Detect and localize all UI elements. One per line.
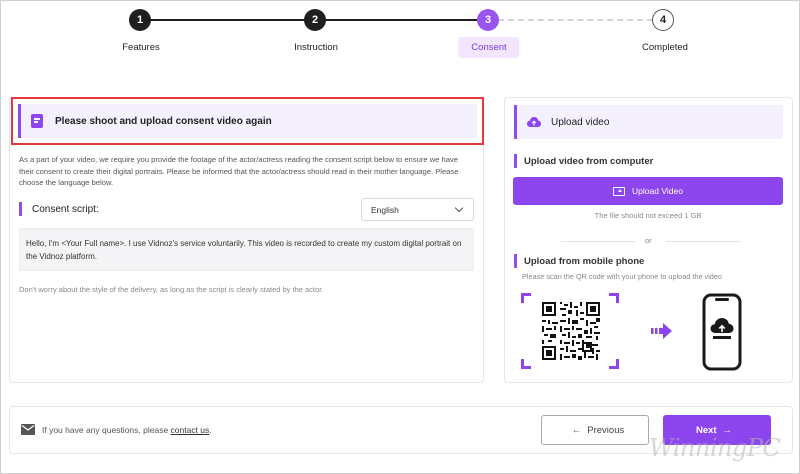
frame-corner <box>521 293 531 303</box>
mail-icon <box>21 424 35 435</box>
consent-script-box: Hello, I'm <Your Full name>. I use Vidno… <box>19 228 474 271</box>
previous-button[interactable]: ← Previous <box>541 415 649 445</box>
file-size-hint: The file should not exceed 1 GB <box>594 211 702 220</box>
frame-corner <box>609 293 619 303</box>
arrow-right-icon <box>651 323 672 339</box>
step-4-label: Completed <box>642 42 688 53</box>
qr-code-frame <box>521 293 619 369</box>
upload-mobile-title: Upload from mobile phone <box>514 254 644 268</box>
step-3-label: Consent <box>458 37 520 58</box>
help-text: If you have any questions, please contac… <box>42 425 212 435</box>
step-4-circle: 4 <box>652 9 674 31</box>
divider-line <box>666 241 741 242</box>
qr-code-icon <box>542 302 600 360</box>
previous-label: Previous <box>587 424 625 436</box>
phone-icon <box>702 293 742 371</box>
upload-video-button[interactable]: Upload Video <box>513 177 783 205</box>
help-prefix: If you have any questions, please <box>42 425 171 435</box>
consent-script-heading: Consent script: <box>19 202 99 216</box>
upload-computer-title: Upload video from computer <box>514 154 653 168</box>
upload-header-title: Upload video <box>551 116 610 128</box>
help-suffix: . <box>209 425 212 435</box>
step-connector <box>140 19 315 21</box>
delivery-note: Don't worry about the style of the deliv… <box>19 285 324 294</box>
consent-intro: As a part of your video, we require you … <box>19 155 459 187</box>
or-divider: or <box>561 235 741 247</box>
watermark: WinningPC <box>649 434 781 462</box>
qr-hint: Please scan the QR code with your phone … <box>522 272 722 281</box>
alert-banner: Please shoot and upload consent video ag… <box>18 104 477 138</box>
language-value: English <box>371 204 399 215</box>
frame-corner <box>609 359 619 369</box>
step-1-label: Features <box>122 42 160 53</box>
step-connector <box>315 19 488 21</box>
language-select[interactable]: English <box>361 198 474 221</box>
step-3-circle: 3 <box>477 9 499 31</box>
frame-corner <box>521 359 531 369</box>
upload-video-label: Upload Video <box>632 186 683 196</box>
document-icon <box>31 114 43 128</box>
progress-stepper: 1 2 3 4 Features Instruction Consent Com… <box>1 1 800 66</box>
arrow-left-icon: ← <box>571 424 582 436</box>
divider-line <box>561 241 636 242</box>
step-2-label: Instruction <box>294 42 338 53</box>
step-2-circle: 2 <box>304 9 326 31</box>
upload-header: Upload video <box>514 105 783 139</box>
step-1-circle: 1 <box>129 9 151 31</box>
consent-script-label: Consent script: <box>32 203 99 215</box>
chevron-down-icon <box>454 203 464 213</box>
step-connector-pending <box>488 19 663 21</box>
contact-us-link[interactable]: contact us <box>171 425 210 435</box>
alert-message: Please shoot and upload consent video ag… <box>55 115 272 127</box>
alert-highlight: Please shoot and upload consent video ag… <box>11 97 484 145</box>
or-text: or <box>645 236 652 245</box>
upload-icon <box>613 186 626 196</box>
cloud-upload-icon <box>527 117 541 127</box>
